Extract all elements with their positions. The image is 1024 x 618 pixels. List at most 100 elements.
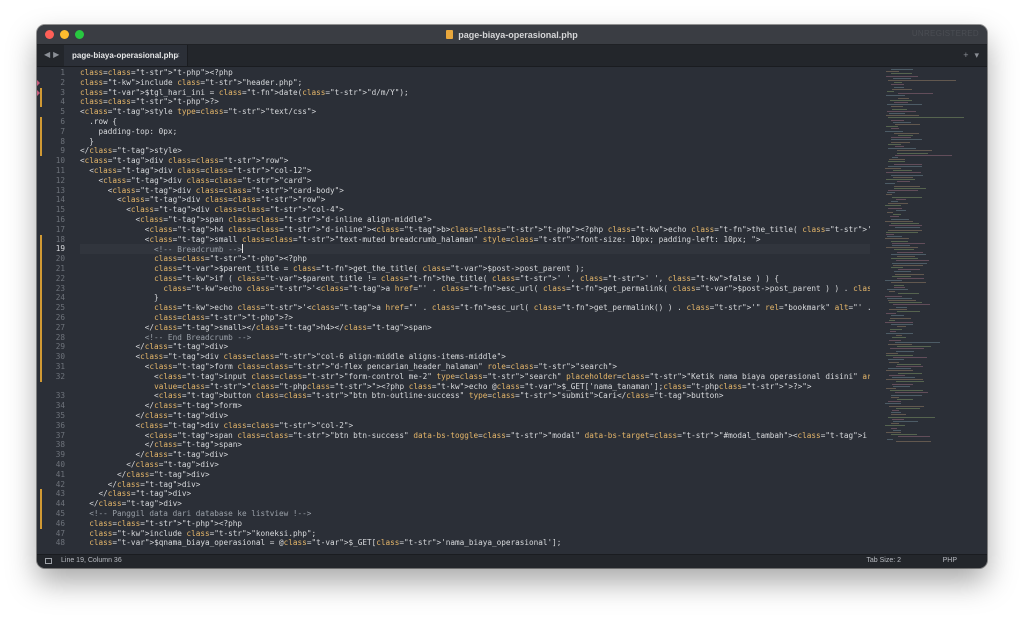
code-line[interactable]: class="t-kw">include class="t-str">"kone… <box>80 529 316 539</box>
line-number: 34 <box>55 401 65 411</box>
code-line[interactable]: </class="t-tag">small></class="t-tag">h4… <box>80 323 432 333</box>
code-line[interactable]: class="t-kw">echo class="t-str">'<class=… <box>80 303 870 313</box>
line-number: 43 <box>55 489 65 499</box>
minimize-window-button[interactable] <box>60 30 69 39</box>
minimap-line <box>893 429 901 431</box>
code-line[interactable]: </class="t-tag">div> <box>80 470 210 480</box>
minimap-line <box>895 146 904 147</box>
minimap-line <box>894 132 919 134</box>
minimap-line <box>894 286 905 288</box>
code-line[interactable]: <class="t-tag">form class=class="t-str">… <box>80 362 617 372</box>
code-line[interactable]: </class="t-tag">form> <box>80 401 242 411</box>
code-line[interactable]: </class="t-tag">div> <box>80 499 182 509</box>
line-number: 17 <box>55 224 65 234</box>
code-line[interactable]: class=class="t-str">"t-php"><?php <box>80 68 233 78</box>
code-line[interactable]: } <box>80 137 94 147</box>
code-line[interactable]: class="t-var">$parent_title = class="t-f… <box>80 264 585 274</box>
code-line[interactable]: <class="t-tag">div class=class="t-str">"… <box>80 166 311 176</box>
minimap-line <box>892 245 910 246</box>
line-number: 12 <box>55 175 65 185</box>
code-line[interactable]: value=class="t-str">"class="t-phpclass="… <box>80 382 811 392</box>
code-line[interactable]: <class="t-tag">div class=class="t-str">"… <box>80 352 506 362</box>
code-line[interactable]: class="t-kw">if ( class="t-var">$parent_… <box>80 274 779 284</box>
minimap-line <box>895 124 920 125</box>
code-line[interactable]: class=class="t-str">"t-php"><?php <box>80 519 242 529</box>
plus-icon[interactable]: + <box>963 50 968 61</box>
syntax-mode[interactable]: PHP <box>943 557 957 564</box>
close-icon[interactable]: × <box>175 50 180 60</box>
code-line[interactable]: <class="t-tag">div class=class="t-str">"… <box>80 205 344 215</box>
chevron-down-icon[interactable]: ▾ <box>974 50 979 61</box>
minimap-line <box>894 249 914 251</box>
code-line[interactable]: <!-- Panggil data dari database ke listv… <box>80 509 311 519</box>
code-line[interactable]: <class="t-tag">div class=class="t-str">"… <box>80 421 354 431</box>
minimap-line <box>886 370 913 372</box>
code-line[interactable]: <class="t-tag">div class=class="t-str">"… <box>80 156 288 166</box>
code-line[interactable]: <class="t-tag">div class=class="t-str">"… <box>80 186 344 196</box>
code-line[interactable]: <class="t-tag">input class=class="t-str"… <box>80 372 870 382</box>
code-line[interactable]: } <box>80 293 159 303</box>
code-line[interactable]: class="t-kw">echo class="t-str">'<class=… <box>80 284 870 294</box>
code-line[interactable]: <!-- Breadcrumb --> <box>80 244 870 254</box>
code-line[interactable]: <class="t-tag">span class=class="t-str">… <box>80 215 432 225</box>
code-line[interactable]: <class="t-tag">style type=class="t-str">… <box>80 107 316 117</box>
arrow-left-icon[interactable]: ◀ <box>44 50 50 59</box>
code-editor[interactable]: 1 2 3 4 5 6 7 8 9 10 11 12 13 14 15 16 17 18 19 20 21 22 23 24 2… <box>37 67 987 555</box>
minimap-line <box>890 330 896 332</box>
code-line[interactable]: </class="t-tag">span> <box>80 440 242 450</box>
code-line[interactable]: padding-top: 0px; <box>80 127 178 137</box>
minimap-line <box>893 214 901 216</box>
minimap-line <box>897 150 932 152</box>
code-line[interactable]: </class="t-tag">div> <box>80 411 229 421</box>
modified-line-marker <box>40 489 42 529</box>
tab-nav[interactable]: ◀ ▶ <box>44 50 59 59</box>
code-line[interactable]: </class="t-tag">div> <box>80 460 219 470</box>
tab-page-biaya-operasional[interactable]: page-biaya-operasional.php × <box>64 45 188 66</box>
code-line[interactable]: <class="t-tag">div class=class="t-str">"… <box>80 195 325 205</box>
code-line[interactable]: </class="t-tag">div> <box>80 489 192 499</box>
minimap-line <box>887 192 895 194</box>
code-line[interactable]: <!-- End Breadcrumb --> <box>80 333 251 343</box>
code-line[interactable]: class="t-kw">include class="t-str">"head… <box>80 78 302 88</box>
code-line[interactable]: class="t-var">$tgl_hari_ini = class="t-f… <box>80 88 409 98</box>
code-line[interactable]: </class="t-tag">style> <box>80 146 182 156</box>
window-controls <box>45 30 84 39</box>
minimap-line <box>894 163 922 165</box>
code-line[interactable]: <class="t-tag">h4 class=class="t-str">"d… <box>80 225 870 235</box>
code-line[interactable]: </class="t-tag">div> <box>80 450 229 460</box>
line-number: 18 <box>55 234 65 244</box>
code-line[interactable]: class=class="t-str">"t-php">?> <box>80 313 293 323</box>
minimap-line <box>887 297 912 299</box>
zoom-window-button[interactable] <box>75 30 84 39</box>
tab-size[interactable]: Tab Size: 2 <box>866 557 901 564</box>
code-line[interactable]: <class="t-tag">small class=class="t-str"… <box>80 235 761 245</box>
minimap-line <box>894 185 920 187</box>
minimap-line <box>886 179 915 180</box>
line-number: 20 <box>55 254 65 264</box>
code-line[interactable]: </class="t-tag">div> <box>80 342 229 352</box>
arrow-right-icon[interactable]: ▶ <box>53 50 59 59</box>
minimap-line <box>888 148 916 150</box>
panel-icon[interactable] <box>45 558 52 564</box>
minimap-line <box>893 77 911 79</box>
minimap[interactable] <box>885 69 981 449</box>
minimap-line <box>887 438 893 440</box>
code-line[interactable]: <class="t-tag">span class=class="t-str">… <box>80 431 870 441</box>
line-number: 25 <box>55 303 65 313</box>
minimap-line <box>897 181 910 183</box>
code-line[interactable]: </class="t-tag">div> <box>80 480 201 490</box>
line-number: 37 <box>55 430 65 440</box>
code-line[interactable]: <class="t-tag">div class=class="t-str">"… <box>80 176 312 186</box>
close-window-button[interactable] <box>45 30 54 39</box>
cursor-position[interactable]: Line 19, Column 36 <box>61 557 122 564</box>
code-line[interactable]: class="t-var">$qnama_biaya_operasional =… <box>80 538 561 548</box>
code-line[interactable]: class=class="t-str">"t-php"><?php <box>80 254 307 264</box>
code-area[interactable]: class=class="t-str">"t-php"><?php class="… <box>80 67 870 555</box>
minimap-line <box>897 346 931 348</box>
code-line[interactable]: <class="t-tag">button class=class="t-str… <box>80 391 723 401</box>
line-number: 5 <box>60 107 65 117</box>
code-line[interactable]: .row { <box>80 117 117 127</box>
minimap-line <box>890 390 923 392</box>
code-line[interactable]: class=class="t-str">"t-php">?> <box>80 97 219 107</box>
minimap-line <box>891 427 897 429</box>
